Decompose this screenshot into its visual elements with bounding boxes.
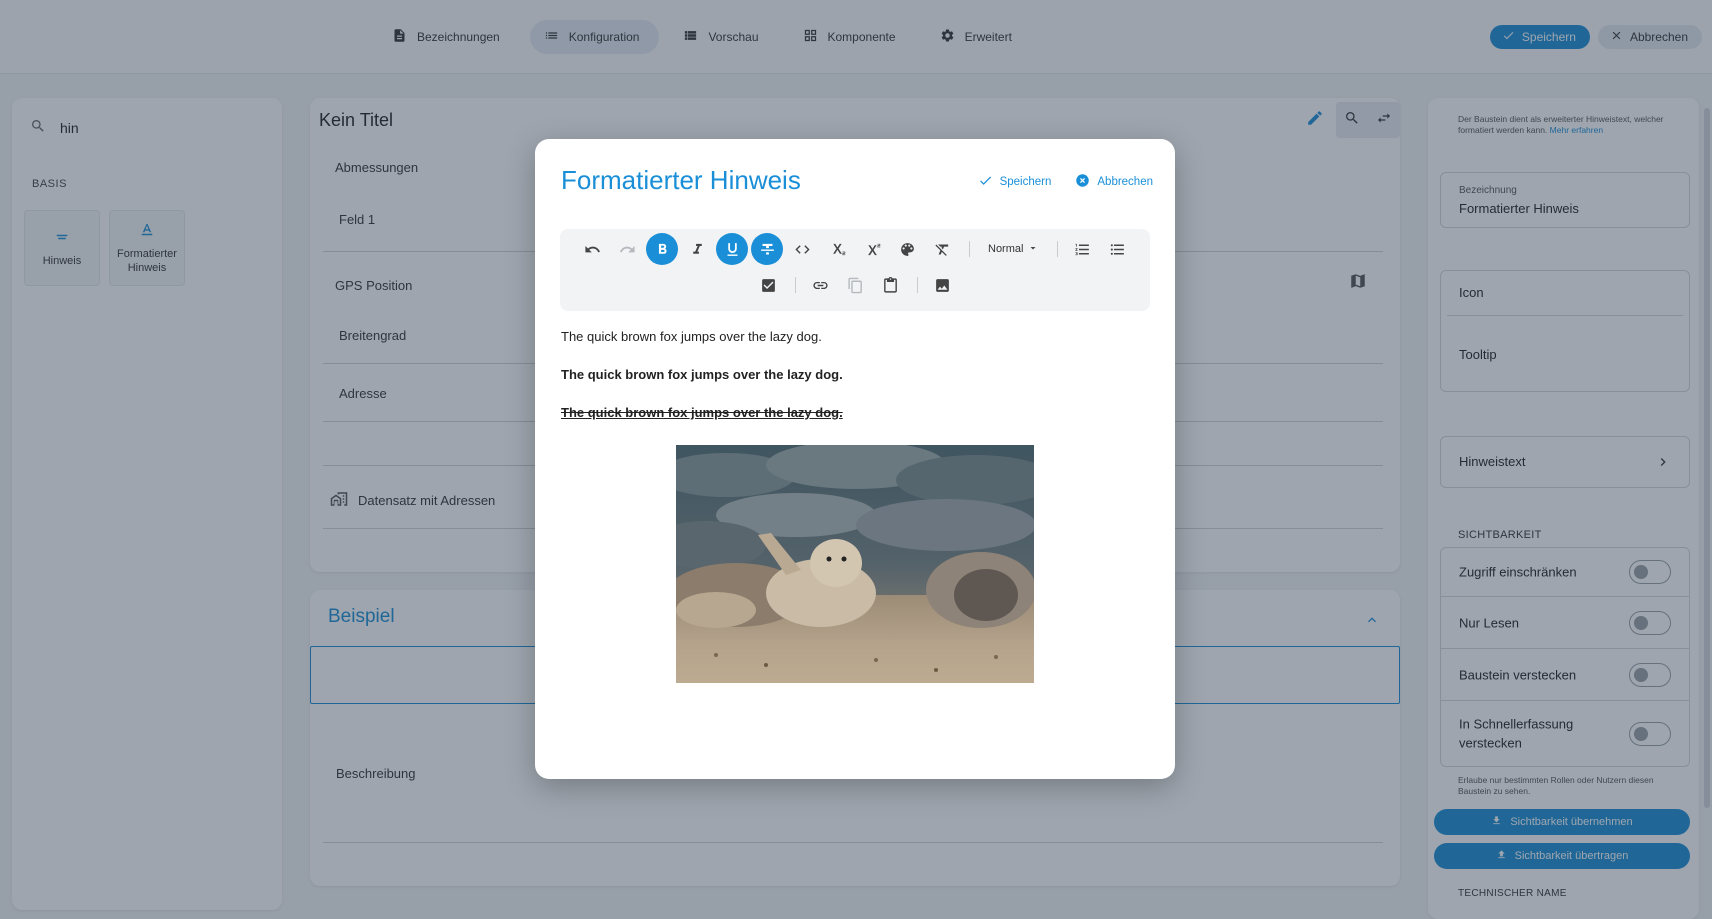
editor-toolbar: Normal — [560, 229, 1150, 311]
toolbar-separator — [1057, 241, 1059, 257]
toolbar-separator — [795, 277, 796, 293]
heading-select[interactable]: Normal — [988, 242, 1039, 257]
undo-icon[interactable] — [576, 233, 608, 265]
dialog-actions: Speichern Abbrechen — [978, 173, 1153, 191]
dialog-cancel-button[interactable]: Abbrechen — [1075, 173, 1153, 191]
bold-icon[interactable] — [646, 233, 678, 265]
redo-icon[interactable] — [611, 233, 643, 265]
superscript-icon[interactable] — [856, 233, 888, 265]
copy-icon[interactable] — [839, 269, 871, 301]
italic-icon[interactable] — [681, 233, 713, 265]
palette-icon[interactable] — [891, 233, 923, 265]
heading-select-value: Normal — [988, 243, 1024, 255]
toolbar-row-2 — [752, 269, 961, 301]
formatted-hint-dialog: Formatierter Hinweis Speichern Abbrechen — [535, 139, 1175, 779]
underline-icon[interactable] — [716, 233, 748, 265]
editor-paragraph-plain[interactable]: The quick brown fox jumps over the lazy … — [561, 329, 822, 344]
app-window: Bezeichnungen Konfiguration Vorschau Kom… — [0, 0, 1712, 919]
check-icon — [978, 173, 993, 191]
numbered-list-icon[interactable] — [1066, 233, 1098, 265]
toolbar-row-1: Normal — [576, 233, 1136, 265]
caret-down-icon — [1027, 242, 1039, 257]
toolbar-separator — [969, 241, 970, 257]
clear-format-icon[interactable] — [926, 233, 958, 265]
dialog-title: Formatierter Hinweis — [561, 165, 801, 195]
link-icon[interactable] — [804, 269, 836, 301]
editor-paragraph-bold[interactable]: The quick brown fox jumps over the lazy … — [561, 367, 843, 382]
save-label: Speichern — [999, 176, 1052, 188]
dialog-save-button[interactable]: Speichern — [978, 173, 1052, 191]
embedded-image[interactable] — [676, 445, 1034, 683]
image-icon[interactable] — [926, 269, 958, 301]
cancel-circle-icon — [1075, 173, 1090, 191]
editor-paragraph-strikethrough[interactable]: The quick brown fox jumps over the lazy … — [561, 405, 843, 420]
bullet-list-icon[interactable] — [1101, 233, 1133, 265]
seals-photo — [676, 445, 1034, 683]
strikethrough-icon[interactable] — [751, 233, 783, 265]
paste-icon[interactable] — [874, 269, 906, 301]
code-icon[interactable] — [786, 233, 818, 265]
checkbox-icon[interactable] — [752, 269, 784, 301]
cancel-label: Abbrechen — [1097, 176, 1153, 188]
toolbar-separator — [917, 277, 918, 293]
subscript-icon[interactable] — [821, 233, 853, 265]
